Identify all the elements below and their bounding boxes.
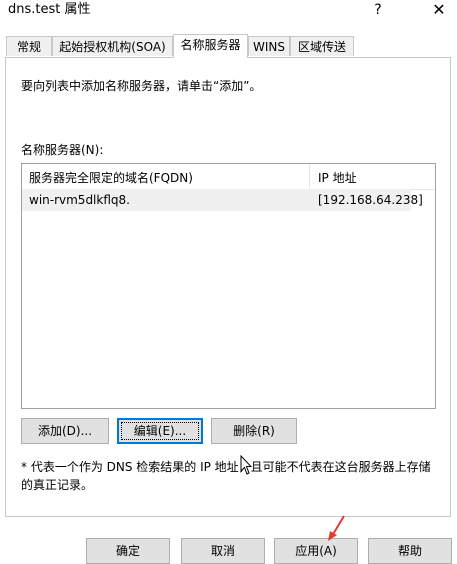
list-item[interactable]: win-rvm5dlkflq8. [192.168.64.238]: [22, 189, 423, 211]
help-footer-button[interactable]: 帮助: [368, 538, 452, 564]
title-bar: dns.test 属性 ? ✕: [0, 0, 457, 28]
mouse-cursor-icon: [240, 455, 252, 475]
edit-button[interactable]: 编辑(E)...: [117, 418, 203, 444]
help-button[interactable]: ?: [368, 0, 388, 20]
name-servers-label: 名称服务器(N):: [21, 143, 104, 157]
footnote-text: * 代表一个作为 DNS 检索结果的 IP 地址，且可能不代表在这台服务器上存储…: [21, 460, 431, 492]
tab-zone-transfers[interactable]: 区域传送: [290, 36, 354, 56]
edit-button-label: 编辑(E)...: [121, 422, 199, 440]
list-header: 服务器完全限定的域名(FQDN) IP 地址: [22, 164, 435, 190]
ok-button[interactable]: 确定: [86, 538, 170, 564]
window-title: dns.test 属性: [8, 2, 91, 17]
column-header-ip[interactable]: IP 地址: [318, 169, 357, 186]
list-item-fqdn: win-rvm5dlkflq8.: [29, 193, 130, 207]
column-separator[interactable]: [309, 164, 310, 189]
tab-general[interactable]: 常规: [6, 36, 52, 56]
add-button[interactable]: 添加(D)...: [21, 418, 109, 444]
instruction-text: 要向列表中添加名称服务器，请单击“添加”。: [21, 79, 262, 93]
tab-wins[interactable]: WINS: [248, 36, 290, 56]
list-item-ip: [192.168.64.238]: [318, 193, 423, 207]
cancel-button[interactable]: 取消: [181, 538, 265, 564]
column-header-fqdn[interactable]: 服务器完全限定的域名(FQDN): [29, 169, 193, 186]
tab-name-servers[interactable]: 名称服务器: [173, 34, 248, 58]
tab-soa[interactable]: 起始授权机构(SOA): [52, 36, 173, 56]
annotation-arrow-icon: [328, 515, 345, 541]
close-button[interactable]: ✕: [427, 0, 451, 20]
name-servers-list[interactable]: 服务器完全限定的域名(FQDN) IP 地址 win-rvm5dlkflq8. …: [21, 163, 436, 409]
remove-button[interactable]: 删除(R): [211, 418, 297, 444]
